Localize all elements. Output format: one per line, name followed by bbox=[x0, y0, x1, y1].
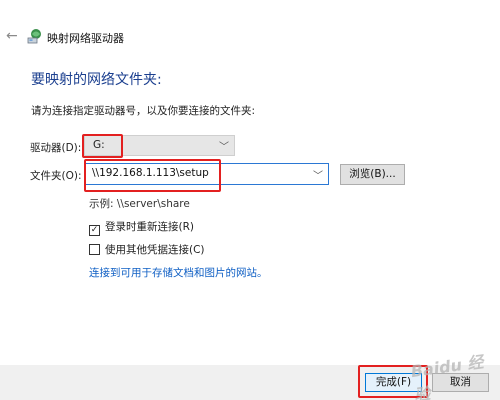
map-network-drive-dialog: ← 映射网络驱动器 要映射的网络文件夹: 请为连接指定驱动器号，以及你要连接的文… bbox=[0, 0, 500, 400]
chevron-down-icon[interactable]: ﹀ bbox=[219, 138, 229, 153]
drive-highlight-box bbox=[82, 134, 123, 158]
reconnect-label: 登录时重新连接(R) bbox=[105, 221, 194, 233]
instruction-text: 请为连接指定驱动器号，以及你要连接的文件夹: bbox=[31, 105, 256, 117]
folder-highlight-box bbox=[84, 159, 221, 192]
drive-label: 驱动器(D): bbox=[30, 142, 82, 154]
connect-website-link[interactable]: 连接到可用于存储文档和图片的网站。 bbox=[89, 265, 268, 280]
use-other-credentials-checkbox[interactable]: 使用其他凭据连接(C) bbox=[89, 242, 205, 257]
reconnect-at-signin-checkbox[interactable]: ✓ 登录时重新连接(R) bbox=[89, 219, 194, 236]
back-arrow-icon[interactable]: ← bbox=[6, 28, 18, 44]
browse-button[interactable]: 浏览(B)... bbox=[340, 164, 405, 185]
folder-label: 文件夹(O): bbox=[30, 170, 82, 182]
checkbox-unchecked-icon[interactable] bbox=[89, 244, 100, 255]
page-heading: 要映射的网络文件夹: bbox=[31, 72, 162, 88]
other-credentials-label: 使用其他凭据连接(C) bbox=[105, 244, 205, 256]
chevron-down-icon[interactable]: ﹀ bbox=[313, 167, 323, 182]
network-drive-icon bbox=[27, 29, 41, 44]
checkbox-checked-icon[interactable]: ✓ bbox=[89, 225, 100, 236]
baidu-watermark: Baidu 经验 bbox=[409, 352, 485, 400]
example-text: 示例: \\server\share bbox=[89, 198, 190, 210]
window-title: 映射网络驱动器 bbox=[47, 32, 124, 45]
